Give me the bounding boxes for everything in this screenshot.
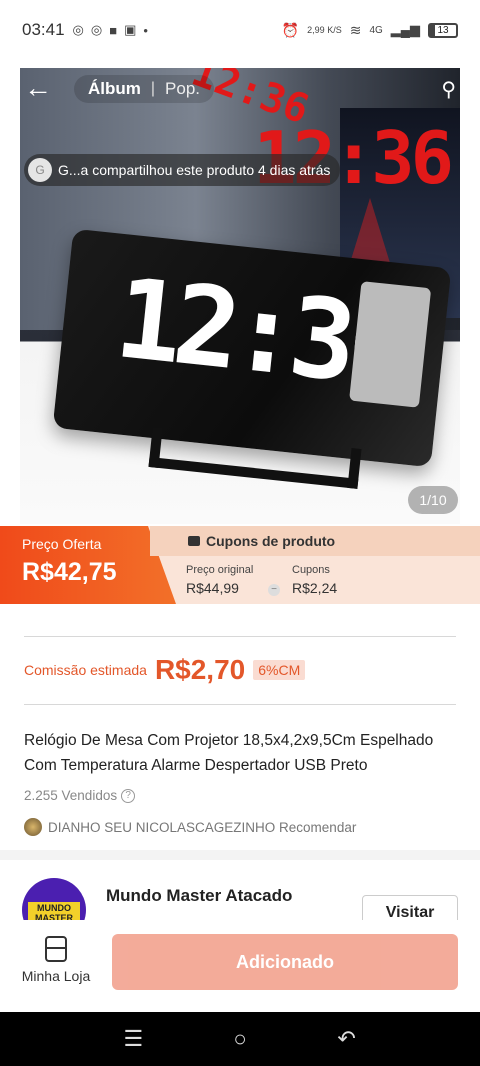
commission-label: Comissão estimada bbox=[24, 662, 147, 678]
image-page-indicator: 1/10 bbox=[408, 486, 458, 514]
signal-icon: ▂▄▆ bbox=[390, 22, 420, 37]
back-icon[interactable]: ↶ bbox=[327, 1026, 367, 1052]
whatsapp-icon: ◎ bbox=[72, 22, 84, 37]
sold-count: 2.255 Vendidos ? bbox=[24, 788, 136, 803]
facebook-icon: ■ bbox=[109, 22, 118, 38]
system-nav-bar: ☰ ○ ↶ bbox=[0, 1012, 480, 1066]
tab-album[interactable]: Álbum bbox=[88, 79, 141, 99]
alarm-icon: ⏰ bbox=[281, 21, 300, 38]
minus-icon: − bbox=[268, 584, 280, 596]
price-bar: Preço Oferta R$42,75 Cupons de produto P… bbox=[0, 526, 480, 604]
instagram-icon: ▣ bbox=[124, 22, 137, 37]
tab-separator: | bbox=[150, 80, 156, 97]
back-arrow-icon[interactable]: ← bbox=[24, 74, 54, 104]
coupons-header-label: Cupons de produto bbox=[206, 533, 336, 549]
offer-price: R$42,75 bbox=[22, 558, 117, 586]
product-title: Relógio De Mesa Com Projetor 18,5x4,2x9,… bbox=[24, 732, 434, 774]
action-bar: Minha Loja Adicionado bbox=[0, 920, 480, 1012]
commission-value: R$2,70 bbox=[154, 654, 246, 685]
network-type: 4G bbox=[369, 24, 383, 36]
whatsapp-icon: ◎ bbox=[90, 22, 103, 37]
product-photo[interactable]: 12:36 12:36 12:36 bbox=[20, 68, 460, 524]
network-speed: 2,99 K/S bbox=[307, 24, 342, 35]
product-gallery[interactable]: 12:36 12:36 12:36 ← Álbum | Pop. ⚲ G G..… bbox=[0, 60, 480, 526]
ticket-icon bbox=[188, 536, 200, 546]
recommender-avatar bbox=[24, 818, 42, 836]
share-text: G...a compartilhou este produto 4 dias a… bbox=[58, 162, 331, 178]
added-button[interactable]: Adicionado bbox=[112, 934, 458, 990]
status-time: 03:41 bbox=[22, 20, 65, 39]
help-icon[interactable]: ? bbox=[121, 788, 136, 803]
divider bbox=[24, 636, 456, 637]
dot-icon: • bbox=[143, 22, 148, 38]
divider bbox=[24, 704, 456, 705]
coupons-header[interactable]: Cupons de produto bbox=[150, 526, 480, 556]
status-right: ⏰ 2,99 K/S ≋ 4G ▂▄▆ 13 bbox=[282, 22, 458, 39]
product-details: Comissão estimada R$2,70 6%CM Relógio De… bbox=[0, 604, 480, 850]
my-store-button[interactable]: Minha Loja bbox=[18, 936, 94, 984]
coupon-label: Cupons bbox=[292, 564, 330, 576]
recommender-text: DIANHO SEU NICOLASCAGEZINHO Recomendar bbox=[48, 819, 357, 835]
commission-badge: 6%CM bbox=[253, 660, 306, 680]
original-price-label: Preço original bbox=[186, 564, 254, 576]
recommender-row: DIANHO SEU NICOLASCAGEZINHO Recomendar bbox=[24, 818, 356, 836]
store-icon bbox=[45, 936, 67, 962]
status-bar: 03:41 ◎ ◎ ■ ▣ • ⏰ 2,99 K/S ≋ 4G ▂▄▆ 13 bbox=[0, 0, 480, 60]
search-icon[interactable]: ⚲ bbox=[441, 77, 456, 102]
coupon-col: Cupons R$2,24 bbox=[292, 564, 398, 596]
store-name[interactable]: Mundo Master Atacado bbox=[106, 886, 292, 906]
price-breakdown: Preço original R$44,99 Cupons R$2,24 bbox=[186, 564, 398, 596]
recents-icon[interactable]: ☰ bbox=[113, 1026, 153, 1052]
home-icon[interactable]: ○ bbox=[220, 1026, 260, 1052]
photo-clock-body: 12:36 bbox=[52, 228, 452, 468]
wifi-icon: ≋ bbox=[349, 21, 362, 38]
battery-icon: 13 bbox=[428, 22, 458, 38]
photo-clock-projector bbox=[349, 281, 432, 408]
store-row: MUNDO MASTER Mundo Master Atacado Visita… bbox=[0, 860, 480, 942]
sharer-avatar: G bbox=[28, 158, 52, 182]
gallery-tabs: Álbum | Pop. bbox=[74, 75, 215, 103]
share-notice: G G...a compartilhou este produto 4 dias… bbox=[24, 154, 341, 186]
my-store-label: Minha Loja bbox=[21, 968, 91, 984]
sold-count-text: 2.255 Vendidos bbox=[24, 788, 118, 803]
gallery-topbar: ← Álbum | Pop. ⚲ bbox=[24, 72, 456, 106]
commission-row: Comissão estimada R$2,70 6%CM bbox=[24, 654, 306, 686]
coupon-value: R$2,24 bbox=[292, 580, 338, 596]
tab-pop[interactable]: Pop. bbox=[165, 79, 200, 99]
notification-icons: ◎ ◎ ■ ▣ • bbox=[73, 22, 148, 38]
